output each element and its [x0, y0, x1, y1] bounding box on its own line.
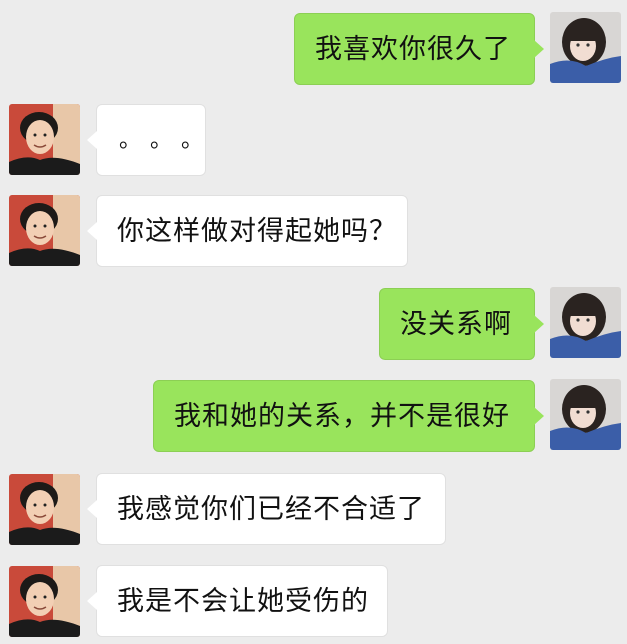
contact-avatar-girl[interactable]: [550, 12, 621, 83]
chat-message-list[interactable]: 我喜欢你很久了 。。。 你这样做对得起她吗？ 没关系啊 我和她的关系，并不是很好…: [0, 0, 627, 644]
chat-bubble-outgoing[interactable]: 我和她的关系，并不是很好: [153, 380, 544, 452]
chat-bubble-incoming[interactable]: 我是不会让她受伤的: [87, 565, 388, 637]
chat-bubble-incoming[interactable]: 。。。: [87, 104, 206, 176]
contact-avatar-boy[interactable]: [9, 474, 80, 545]
contact-avatar-boy[interactable]: [9, 195, 80, 266]
chat-bubble-outgoing[interactable]: 没关系啊: [379, 288, 544, 360]
chat-bubble-incoming[interactable]: 你这样做对得起她吗？: [87, 195, 408, 267]
contact-avatar-girl[interactable]: [550, 287, 621, 358]
contact-avatar-boy[interactable]: [9, 566, 80, 637]
chat-bubble-outgoing[interactable]: 我喜欢你很久了: [294, 13, 544, 85]
contact-avatar-girl[interactable]: [550, 379, 621, 450]
contact-avatar-boy[interactable]: [9, 104, 80, 175]
chat-bubble-incoming[interactable]: 我感觉你们已经不合适了: [87, 473, 446, 545]
